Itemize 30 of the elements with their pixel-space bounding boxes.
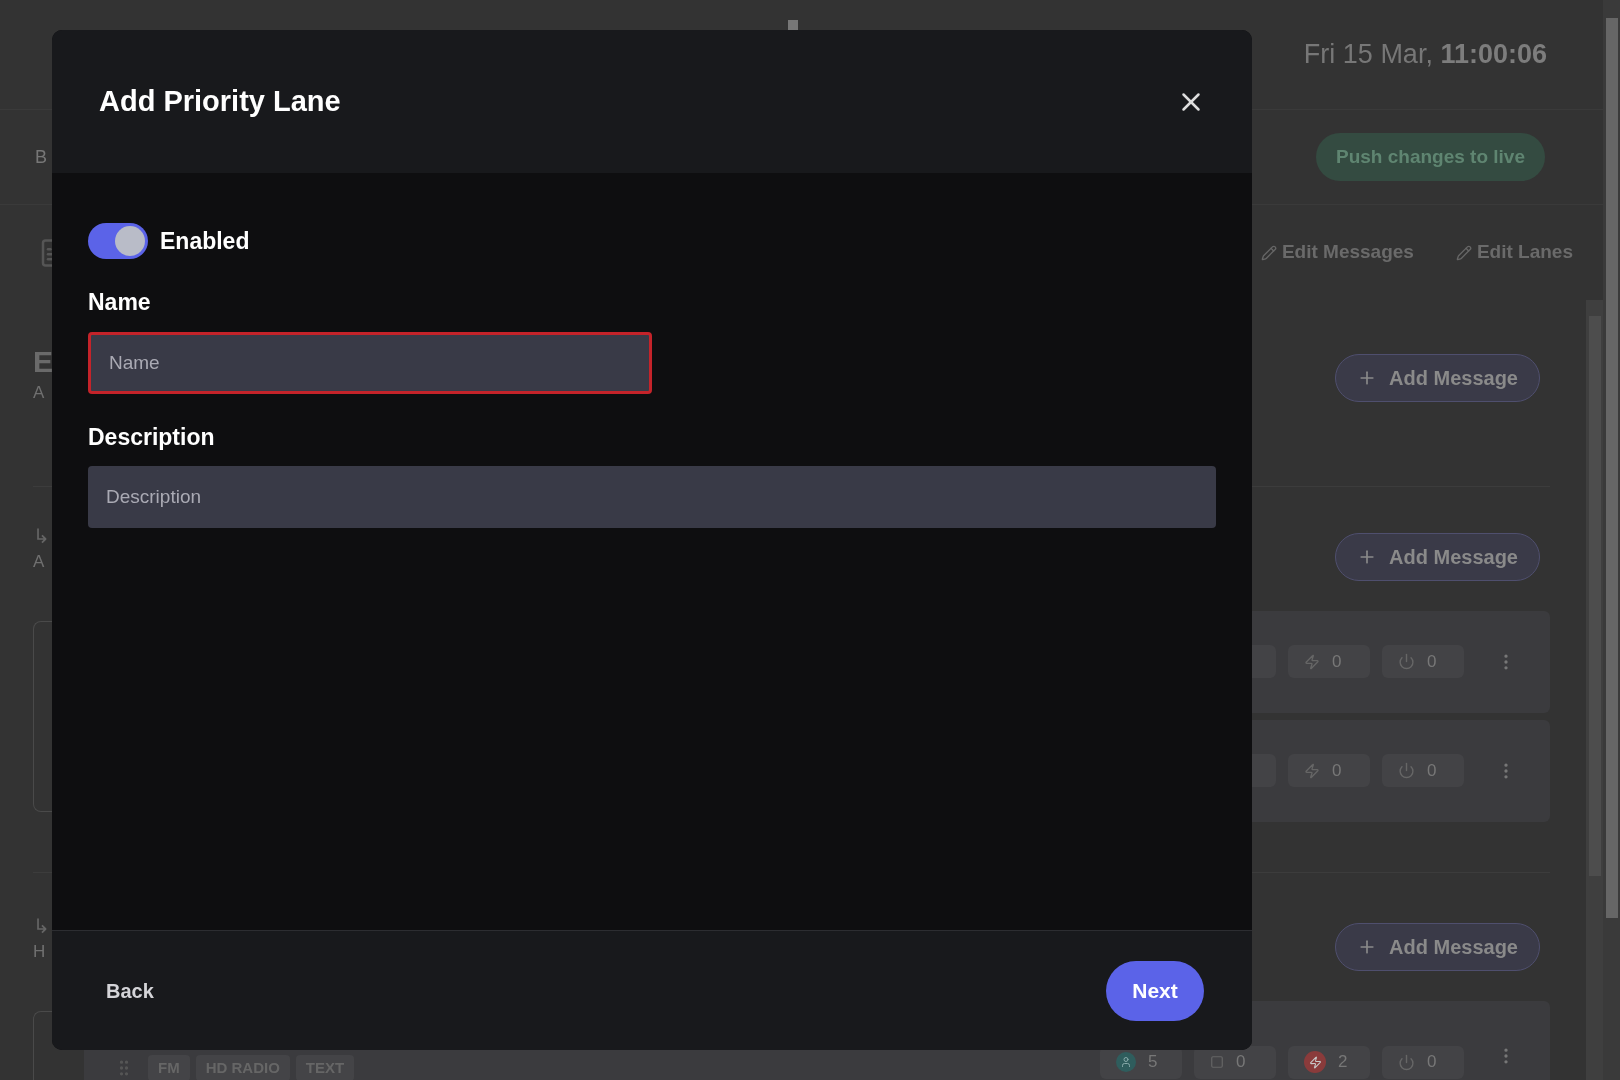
section-subtitle: H xyxy=(33,940,47,963)
text-field[interactable]: Description xyxy=(88,466,1216,528)
inner-scrollbar[interactable] xyxy=(1586,300,1603,1080)
field-label: Description xyxy=(88,422,216,452)
nested-marker: ↳ xyxy=(33,913,50,939)
next-button[interactable]: Next xyxy=(1106,960,1204,1021)
page-scrollbar[interactable] xyxy=(1603,0,1620,1080)
section-subtitle: A xyxy=(33,550,46,573)
add-message-button[interactable]: Add Message xyxy=(1335,532,1540,581)
power-icon xyxy=(1398,762,1415,779)
power-icon xyxy=(1398,653,1415,670)
toggle-label: Enabled xyxy=(160,226,250,256)
square-icon xyxy=(1210,1055,1224,1069)
date-time: Fri 15 Mar, 11:00:06 xyxy=(1303,38,1547,72)
breadcrumb[interactable]: B xyxy=(35,143,47,171)
person-icon xyxy=(1116,1052,1136,1072)
pencil-icon xyxy=(1260,244,1277,261)
toggle-switch[interactable] xyxy=(88,223,148,259)
back-button[interactable]: Back xyxy=(104,968,156,1013)
section-subtitle: A xyxy=(33,382,46,404)
resize-handle-icon xyxy=(788,20,798,30)
field-label: Name xyxy=(88,288,152,317)
pencil-icon xyxy=(1455,244,1472,261)
nested-marker: ↳ xyxy=(33,523,50,549)
text-field[interactable]: Name xyxy=(88,331,652,394)
power-icon xyxy=(1398,1053,1415,1071)
add-message-button[interactable]: Add Message xyxy=(1335,922,1540,971)
add-message-button[interactable]: Add Message xyxy=(1335,354,1540,402)
push-changes-button[interactable]: Push changes to live xyxy=(1316,133,1545,181)
dialog-title: Add Priority Lane xyxy=(99,83,341,119)
